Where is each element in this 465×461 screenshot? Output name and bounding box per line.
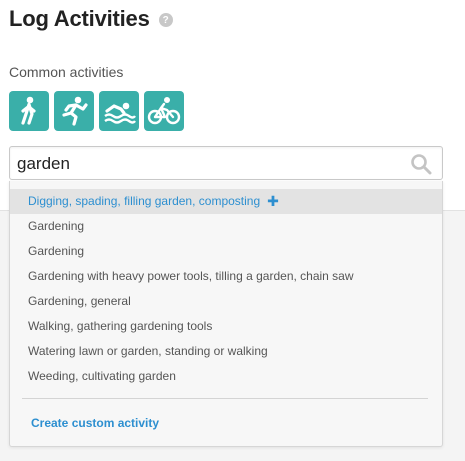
search-icon[interactable]	[410, 153, 432, 175]
swimming-icon	[104, 102, 136, 124]
walking-icon	[21, 96, 36, 125]
result-item-label: Gardening	[28, 219, 85, 233]
result-item-label: Digging, spading, filling garden, compos…	[28, 194, 261, 208]
result-item[interactable]: Weeding, cultivating garden	[10, 364, 442, 389]
result-item[interactable]: Gardening	[10, 214, 442, 239]
help-icon[interactable]: ?	[158, 13, 173, 27]
activity-search-input[interactable]	[17, 153, 397, 175]
result-item[interactable]: Gardening with heavy power tools, tillin…	[10, 264, 442, 289]
page-title: Log Activities	[9, 6, 150, 31]
plus-icon[interactable]: ✚	[267, 189, 279, 214]
result-item[interactable]: Digging, spading, filling garden, compos…	[10, 189, 442, 214]
result-item[interactable]: Watering lawn or garden, standing or wal…	[10, 339, 442, 364]
common-activities-list	[9, 91, 184, 131]
common-activities-label: Common activities	[9, 64, 124, 80]
results-list: Digging, spading, filling garden, compos…	[10, 189, 442, 389]
result-item-label: Gardening, general	[28, 294, 131, 308]
result-item-label: Walking, gathering gardening tools	[28, 319, 213, 333]
result-item-label: Gardening	[28, 244, 85, 258]
walking-activity-button[interactable]	[9, 91, 49, 131]
result-item-label: Weeding, cultivating garden	[28, 369, 176, 383]
cycling-activity-button[interactable]	[144, 91, 184, 131]
result-item-label: Watering lawn or garden, standing or wal…	[28, 344, 268, 358]
results-divider	[22, 398, 428, 399]
running-activity-button[interactable]	[54, 91, 94, 131]
result-item-label: Gardening with heavy power tools, tillin…	[28, 269, 354, 283]
result-item[interactable]: Gardening	[10, 239, 442, 264]
swimming-activity-button[interactable]	[99, 91, 139, 131]
result-item[interactable]: Gardening, general	[10, 289, 442, 314]
result-item[interactable]: Walking, gathering gardening tools	[10, 314, 442, 339]
create-custom-activity-link[interactable]: Create custom activity	[31, 416, 159, 430]
activity-search-box[interactable]	[9, 146, 443, 180]
header: Log Activities ?	[9, 6, 173, 32]
cycling-icon	[147, 97, 181, 125]
running-icon	[62, 96, 88, 126]
search-results-dropdown: Digging, spading, filling garden, compos…	[9, 181, 443, 447]
